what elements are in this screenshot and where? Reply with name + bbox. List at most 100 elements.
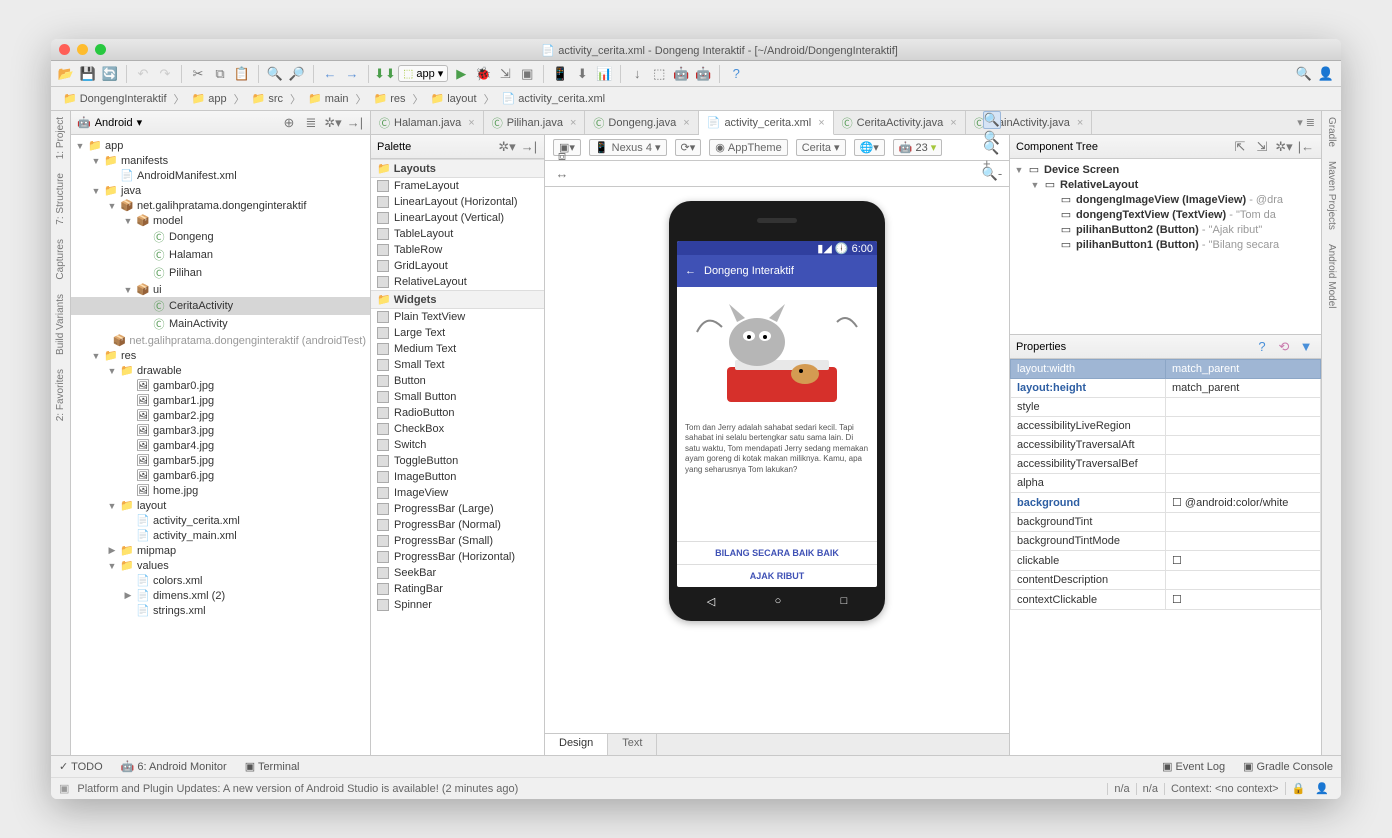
palette-item[interactable]: RatingBar: [371, 581, 544, 597]
help-icon[interactable]: ?: [727, 65, 745, 83]
tree-node[interactable]: ⒸHalaman: [71, 246, 370, 264]
property-row[interactable]: accessibilityTraversalBef: [1011, 455, 1321, 474]
zoom-in-icon[interactable]: 🔍+: [983, 147, 1001, 165]
bottom-tool-button[interactable]: ✓ TODO: [59, 760, 103, 773]
editor-tab[interactable]: ⒸHalaman.java×: [371, 111, 484, 134]
palette-item[interactable]: ProgressBar (Horizontal): [371, 549, 544, 565]
collapse-icon[interactable]: ▣: [59, 782, 69, 795]
component-tree-node[interactable]: ▭pilihanButton1 (Button) - "Bilang secar…: [1010, 237, 1321, 252]
tree-node[interactable]: ▼📁res: [71, 348, 370, 363]
tree-node[interactable]: 🖼gambar2.jpg: [71, 408, 370, 423]
editor-tab[interactable]: ⒸPilihan.java×: [484, 111, 586, 134]
tool-window-button[interactable]: 7: Structure: [55, 173, 66, 225]
cut-icon[interactable]: ✂: [189, 65, 207, 83]
tree-node[interactable]: ▼📦model: [71, 213, 370, 228]
property-row[interactable]: backgroundTint: [1011, 513, 1321, 532]
dongeng-text-view[interactable]: Tom dan Jerry adalah sahabat sedari keci…: [677, 417, 877, 541]
user-icon[interactable]: 👤: [1317, 65, 1335, 83]
tree-node[interactable]: 📦net.galihpratama.dongenginteraktif (and…: [71, 333, 370, 348]
palette-item[interactable]: GridLayout: [371, 258, 544, 274]
gear-icon[interactable]: ✲▾: [324, 114, 342, 132]
tree-node[interactable]: 🖼gambar0.jpg: [71, 378, 370, 393]
sync-icon[interactable]: 🔄: [101, 65, 119, 83]
property-row[interactable]: accessibilityLiveRegion: [1011, 417, 1321, 436]
close-tab-icon[interactable]: ×: [818, 117, 824, 129]
palette-item[interactable]: RadioButton: [371, 405, 544, 421]
palette-group[interactable]: 📁 Layouts: [371, 159, 544, 178]
component-tree-node[interactable]: ▭pilihanButton2 (Button) - "Ajak ribut": [1010, 222, 1321, 237]
hector-icon[interactable]: 👤: [1311, 782, 1333, 795]
properties-table[interactable]: layout:widthmatch_parentlayout:heightmat…: [1010, 359, 1321, 610]
gear-icon[interactable]: ✲▾: [1275, 138, 1293, 156]
revert-icon[interactable]: ⟲: [1275, 338, 1293, 356]
tree-node[interactable]: 🖼gambar3.jpg: [71, 423, 370, 438]
palette-item[interactable]: Spinner: [371, 597, 544, 613]
minimize-window-button[interactable]: [77, 44, 88, 55]
tree-node[interactable]: 🖼gambar1.jpg: [71, 393, 370, 408]
breadcrumb-item[interactable]: 📄activity_cerita.xml: [496, 90, 612, 107]
tree-node[interactable]: 📄colors.xml: [71, 573, 370, 588]
palette-item[interactable]: LinearLayout (Horizontal): [371, 194, 544, 210]
breadcrumb-item[interactable]: 📁main: [302, 90, 355, 107]
tree-node[interactable]: ▼📁layout: [71, 498, 370, 513]
component-tree-node[interactable]: ▭dongengTextView (TextView) - "Tom da: [1010, 207, 1321, 222]
palette-item[interactable]: TableLayout: [371, 226, 544, 242]
tree-node[interactable]: ▼📦net.galihpratama.dongenginteraktif: [71, 198, 370, 213]
zoom-fit-icon[interactable]: 🔍: [983, 111, 1001, 129]
activity-combo[interactable]: Cerita▾: [796, 139, 846, 156]
design-canvas[interactable]: ▮◢ 🕕 6:00 ← Dongeng Interaktif: [545, 187, 1009, 733]
breadcrumb-item[interactable]: 📁layout: [425, 90, 483, 107]
undo-icon[interactable]: ↶: [134, 65, 152, 83]
close-tab-icon[interactable]: ×: [468, 117, 474, 129]
gear-icon[interactable]: ✲▾: [498, 138, 516, 156]
tree-node[interactable]: ▶📄dimens.xml (2): [71, 588, 370, 603]
help-icon[interactable]: ?: [1253, 338, 1271, 356]
debug-icon[interactable]: 🐞: [474, 65, 492, 83]
copy-icon[interactable]: ⧉: [211, 65, 229, 83]
tree-node[interactable]: 📄activity_main.xml: [71, 528, 370, 543]
palette-item[interactable]: ToggleButton: [371, 453, 544, 469]
property-row[interactable]: background☐ @android:color/white: [1011, 493, 1321, 513]
tool-window-button[interactable]: 2: Favorites: [55, 369, 66, 421]
palette-item[interactable]: Small Button: [371, 389, 544, 405]
status-context[interactable]: Context: <no context>: [1164, 783, 1285, 795]
tree-node[interactable]: 📄activity_cerita.xml: [71, 513, 370, 528]
expand-h-icon[interactable]: ↔: [553, 165, 571, 183]
project-view-selector[interactable]: Android: [95, 117, 133, 129]
expand-icon[interactable]: ⇱: [1231, 138, 1249, 156]
palette-item[interactable]: SeekBar: [371, 565, 544, 581]
close-window-button[interactable]: [59, 44, 70, 55]
zoom-window-button[interactable]: [95, 44, 106, 55]
tree-node[interactable]: ▼📁java: [71, 183, 370, 198]
property-row[interactable]: accessibilityTraversalAft: [1011, 436, 1321, 455]
bottom-tool-button[interactable]: ▣ Event Log: [1162, 760, 1225, 773]
bottom-tool-button[interactable]: ▣ Terminal: [245, 760, 300, 773]
palette-group[interactable]: 📁 Widgets: [371, 290, 544, 309]
palette-item[interactable]: Medium Text: [371, 341, 544, 357]
tree-node[interactable]: ⒸCeritaActivity: [71, 297, 370, 315]
close-tab-icon[interactable]: ×: [683, 117, 689, 129]
breadcrumb-item[interactable]: 📁res: [368, 90, 412, 107]
tree-node[interactable]: ▼📁manifests: [71, 153, 370, 168]
tool-window-button[interactable]: Android Model: [1326, 244, 1337, 308]
palette-item[interactable]: LinearLayout (Vertical): [371, 210, 544, 226]
scroll-icon[interactable]: ⊕: [280, 114, 298, 132]
tree-node[interactable]: 📄AndroidManifest.xml: [71, 168, 370, 183]
stop-icon[interactable]: ▣: [518, 65, 536, 83]
pilihan-button-1[interactable]: BILANG SECARA BAIK BAIK: [677, 541, 877, 564]
tree-node[interactable]: ▼📁app: [71, 138, 370, 153]
tool-window-button[interactable]: Maven Projects: [1326, 161, 1337, 230]
property-row[interactable]: alpha: [1011, 474, 1321, 493]
editor-tab[interactable]: 📄activity_cerita.xml×: [699, 111, 834, 135]
tool-window-button[interactable]: Build Variants: [55, 294, 66, 355]
forward-icon[interactable]: →: [343, 65, 361, 83]
palette-item[interactable]: Small Text: [371, 357, 544, 373]
text-tab[interactable]: Text: [608, 734, 657, 755]
pilihan-button-2[interactable]: AJAK RIBUT: [677, 564, 877, 587]
avd-icon[interactable]: 📱: [551, 65, 569, 83]
palette-item[interactable]: TableRow: [371, 242, 544, 258]
tree-node[interactable]: 🖼home.jpg: [71, 483, 370, 498]
property-row[interactable]: style: [1011, 398, 1321, 417]
tree-node[interactable]: 🖼gambar5.jpg: [71, 453, 370, 468]
tree-node[interactable]: ▼📁drawable: [71, 363, 370, 378]
